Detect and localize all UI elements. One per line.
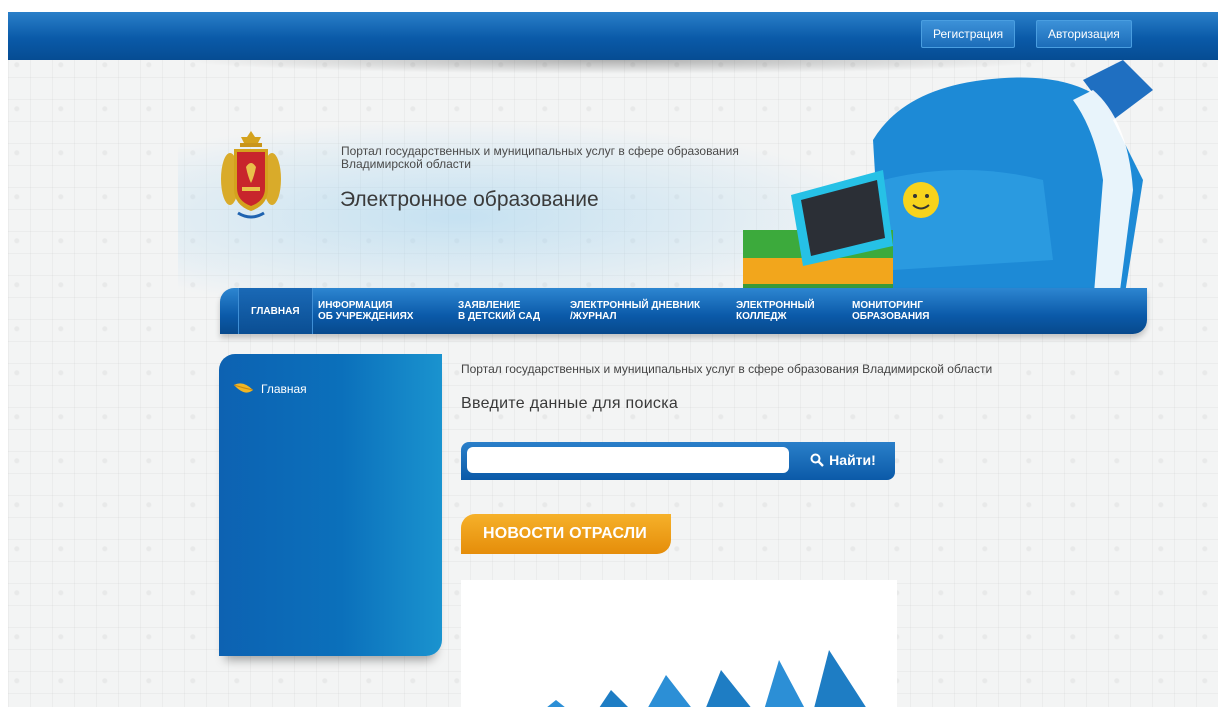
page: Регистрация Авторизация Портал государст…	[8, 12, 1218, 707]
sidebar-item-home[interactable]: Главная	[233, 382, 307, 396]
search-icon	[810, 453, 825, 467]
search-label: Введите данные для поиска	[461, 395, 679, 412]
update-3d-text-image	[547, 650, 866, 707]
news-tab[interactable]: НОВОСТИ ОТРАСЛИ	[461, 514, 671, 554]
news-card[interactable]	[461, 580, 897, 707]
top-bar: Регистрация Авторизация	[8, 12, 1218, 60]
sidebar-item-label: Главная	[261, 382, 307, 396]
nav-line1: ИНФОРМАЦИЯ	[318, 300, 393, 311]
nav-line1: ЗАЯВЛЕНИЕ	[458, 300, 521, 311]
nav-item-college[interactable]: ЭЛЕКТРОННЫЙ КОЛЛЕДЖ	[736, 288, 815, 334]
main-nav: ГЛАВНАЯ ИНФОРМАЦИЯ ОБ УЧРЕЖДЕНИЯХ ЗАЯВЛЕ…	[220, 288, 1147, 334]
nav-item-diary[interactable]: ЭЛЕКТРОННЫЙ ДНЕВНИК /ЖУРНАЛ	[570, 288, 700, 334]
nav-line1: ЭЛЕКТРОННЫЙ	[736, 300, 815, 311]
search-bar: Найти!	[461, 442, 895, 480]
header-subtitle: Портал государственных и муниципальных у…	[341, 144, 739, 171]
nav-item-institutions[interactable]: ИНФОРМАЦИЯ ОБ УЧРЕЖДЕНИЯХ	[318, 288, 413, 334]
nav-item-monitoring[interactable]: МОНИТОРИНГ ОБРАЗОВАНИЯ	[852, 288, 929, 334]
register-button[interactable]: Регистрация	[921, 20, 1016, 48]
sidebar: Главная	[219, 354, 442, 656]
nav-line2: КОЛЛЕДЖ	[736, 311, 787, 322]
leaf-icon	[233, 383, 254, 393]
nav-item-label: ИНФОРМАЦИЯ ОБ УЧРЕЖДЕНИЯХ	[318, 300, 413, 322]
nav-item-label: ЗАЯВЛЕНИЕ В ДЕТСКИЙ САД	[458, 300, 540, 322]
nav-line2: ОБ УЧРЕЖДЕНИЯХ	[318, 311, 414, 322]
nav-line2: /ЖУРНАЛ	[570, 311, 617, 322]
header-title: Электронное образование	[340, 188, 599, 211]
coat-of-arms-icon	[221, 131, 281, 219]
nav-item-home[interactable]: ГЛАВНАЯ	[238, 288, 313, 334]
nav-item-label: ГЛАВНАЯ	[251, 305, 300, 317]
nav-item-kindergarten[interactable]: ЗАЯВЛЕНИЕ В ДЕТСКИЙ САД	[458, 288, 540, 334]
search-input[interactable]	[467, 447, 789, 473]
nav-line2: ОБРАЗОВАНИЯ	[852, 311, 930, 322]
nav-line1: МОНИТОРИНГ	[852, 300, 923, 311]
search-button-label: Найти!	[829, 452, 876, 468]
nav-line1: ЭЛЕКТРОННЫЙ ДНЕВНИК	[570, 300, 701, 311]
nav-item-label: ЭЛЕКТРОННЫЙ ДНЕВНИК /ЖУРНАЛ	[570, 300, 700, 322]
page-breadcrumb: Портал государственных и муниципальных у…	[461, 362, 993, 376]
backpack-illustration	[743, 60, 1153, 306]
nav-line2: В ДЕТСКИЙ САД	[458, 311, 541, 322]
search-button[interactable]: Найти!	[795, 447, 891, 473]
nav-item-label: ЭЛЕКТРОННЫЙ КОЛЛЕДЖ	[736, 300, 815, 322]
login-button[interactable]: Авторизация	[1036, 20, 1132, 48]
nav-item-label: МОНИТОРИНГ ОБРАЗОВАНИЯ	[852, 300, 929, 322]
